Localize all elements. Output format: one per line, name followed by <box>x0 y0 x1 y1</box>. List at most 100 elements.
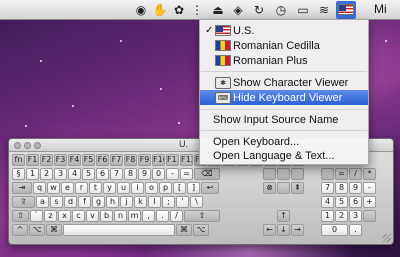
menu-item-romanian-cedilla[interactable]: Romanian Cedilla <box>200 38 368 53</box>
keyboard-key[interactable]: h <box>106 196 119 208</box>
keyboard-key[interactable]: 8 <box>124 168 137 180</box>
keyboard-key[interactable]: 0 <box>321 224 348 236</box>
keyboard-key[interactable]: F9 <box>138 154 151 166</box>
keyboard-key[interactable]: 0 <box>152 168 165 180</box>
keyboard-key[interactable]: t <box>89 182 102 194</box>
keyboard-key[interactable]: ⌘ <box>176 224 192 236</box>
keyboard-key[interactable]: 5 <box>335 196 348 208</box>
keyboard-key[interactable]: ⌘ <box>46 224 62 236</box>
keyboard-key[interactable]: F3 <box>54 154 67 166</box>
keyboard-key[interactable]: j <box>120 196 133 208</box>
close-window-button[interactable] <box>14 142 21 149</box>
keyboard-key[interactable]: 9 <box>138 168 151 180</box>
keyboard-key[interactable]: 5 <box>82 168 95 180</box>
display-icon[interactable]: ▭ <box>296 2 310 18</box>
keyboard-key[interactable]: / <box>170 210 183 222</box>
time-machine-icon[interactable]: ◉ <box>134 2 148 18</box>
keyboard-key[interactable]: 4 <box>68 168 81 180</box>
keyboard-key[interactable]: 1 <box>321 210 334 222</box>
keyboard-key[interactable]: ⇪ <box>12 196 35 208</box>
keyboard-key[interactable]: w <box>47 182 60 194</box>
keyboard-key[interactable] <box>321 168 334 180</box>
keyboard-key[interactable]: ' <box>176 196 189 208</box>
keyboard-key[interactable]: F8 <box>124 154 137 166</box>
menu-item-us[interactable]: ✓ U.S. <box>200 23 368 38</box>
keyboard-key[interactable]: g <box>92 196 105 208</box>
keyboard-key[interactable]: d <box>64 196 77 208</box>
keyboard-key[interactable]: b <box>100 210 113 222</box>
keyboard-key[interactable]: F10 <box>152 154 165 166</box>
keyboard-key[interactable]: 3 <box>349 210 362 222</box>
keyboard-key[interactable]: 3 <box>54 168 67 180</box>
keyboard-key[interactable]: - <box>166 168 179 180</box>
wifi-icon[interactable]: ≋ <box>316 2 332 18</box>
keyboard-key[interactable]: ; <box>162 196 175 208</box>
keyboard-key[interactable]: \ <box>190 196 203 208</box>
keyboard-key[interactable] <box>363 210 376 222</box>
keyboard-key[interactable]: s <box>50 196 63 208</box>
keyboard-key[interactable]: . <box>349 224 362 236</box>
zoom-window-button[interactable] <box>34 142 41 149</box>
keyboard-key[interactable]: 7 <box>321 182 334 194</box>
menu-item-romanian-plus[interactable]: Romanian Plus <box>200 53 368 68</box>
keyboard-key[interactable]: F7 <box>110 154 123 166</box>
volume-icon[interactable]: ◈ <box>231 2 245 18</box>
keyboard-key[interactable]: ⌥ <box>193 224 209 236</box>
keyboard-key[interactable]: x <box>58 210 71 222</box>
keyboard-key[interactable]: ` <box>30 210 43 222</box>
keyboard-key[interactable]: 6 <box>96 168 109 180</box>
keyboard-key[interactable]: c <box>72 210 85 222</box>
keyboard-key[interactable]: ⇞ <box>291 182 304 194</box>
menu-item-show-input-source-name[interactable]: Show Input Source Name <box>200 112 368 127</box>
keyboard-key[interactable]: p <box>159 182 172 194</box>
keyboard-key[interactable]: 9 <box>349 182 362 194</box>
keyboard-key[interactable]: ⌥ <box>29 224 45 236</box>
menu-item-show-character-viewer[interactable]: ✱ Show Character Viewer <box>200 75 368 90</box>
keyboard-key[interactable]: v <box>86 210 99 222</box>
keyboard-key[interactable]: u <box>117 182 130 194</box>
keyboard-key[interactable]: l <box>148 196 161 208</box>
input-source-menu-button[interactable] <box>336 1 356 19</box>
menu-item-open-keyboard[interactable]: Open Keyboard... <box>200 134 368 149</box>
eject-icon[interactable]: ⏏ <box>211 2 225 18</box>
keyboard-key[interactable]: 4 <box>321 196 334 208</box>
keyboard-key[interactable]: ⊗ <box>263 182 276 194</box>
keyboard-key[interactable]: fn <box>12 154 25 166</box>
keyboard-key[interactable]: ↓ <box>277 224 290 236</box>
keyboard-key[interactable]: y <box>103 182 116 194</box>
keyboard-key[interactable]: 7 <box>110 168 123 180</box>
keyboard-key[interactable]: * <box>363 168 376 180</box>
keyboard-key[interactable]: f <box>78 196 91 208</box>
keyboard-key[interactable]: n <box>114 210 127 222</box>
menu-item-open-language-text[interactable]: Open Language & Text... <box>200 148 368 163</box>
keyboard-key[interactable]: ⇥ <box>12 182 32 194</box>
keyboard-key[interactable]: ⇧ <box>184 210 220 222</box>
keyboard-key[interactable]: / <box>349 168 362 180</box>
bluetooth-icon[interactable]: ✋ <box>153 2 168 18</box>
keyboard-key[interactable]: 2 <box>40 168 53 180</box>
keyboard-key[interactable]: F5 <box>82 154 95 166</box>
keyboard-key[interactable]: m <box>128 210 141 222</box>
keyboard-key[interactable]: ⌫ <box>194 168 220 180</box>
keyboard-key[interactable]: = <box>180 168 193 180</box>
keyboard-key[interactable]: ↑ <box>277 210 290 222</box>
keyboard-key[interactable]: 8 <box>335 182 348 194</box>
keyboard-key[interactable]: = <box>335 168 348 180</box>
keyboard-key[interactable]: [ <box>173 182 186 194</box>
keyboard-key[interactable]: . <box>156 210 169 222</box>
keyboard-key[interactable]: F12 <box>180 154 193 166</box>
keyboard-key[interactable]: F11 <box>166 154 179 166</box>
keyboard-key[interactable]: ] <box>187 182 200 194</box>
sync-icon[interactable]: ✿ <box>172 2 186 18</box>
keyboard-key[interactable]: → <box>291 224 304 236</box>
keyboard-key[interactable]: , <box>142 210 155 222</box>
keyboard-key[interactable]: ↩ <box>201 182 219 194</box>
keyboard-key[interactable]: 1 <box>26 168 39 180</box>
resize-handle[interactable] <box>383 234 391 242</box>
spaces-icon[interactable]: ⋮ <box>191 2 203 18</box>
clock-icon[interactable]: ◷ <box>274 2 288 18</box>
keyboard-key[interactable]: ← <box>263 224 276 236</box>
keyboard-key[interactable]: e <box>61 182 74 194</box>
keyboard-key[interactable]: ^ <box>12 224 28 236</box>
keyboard-key[interactable]: F6 <box>96 154 109 166</box>
